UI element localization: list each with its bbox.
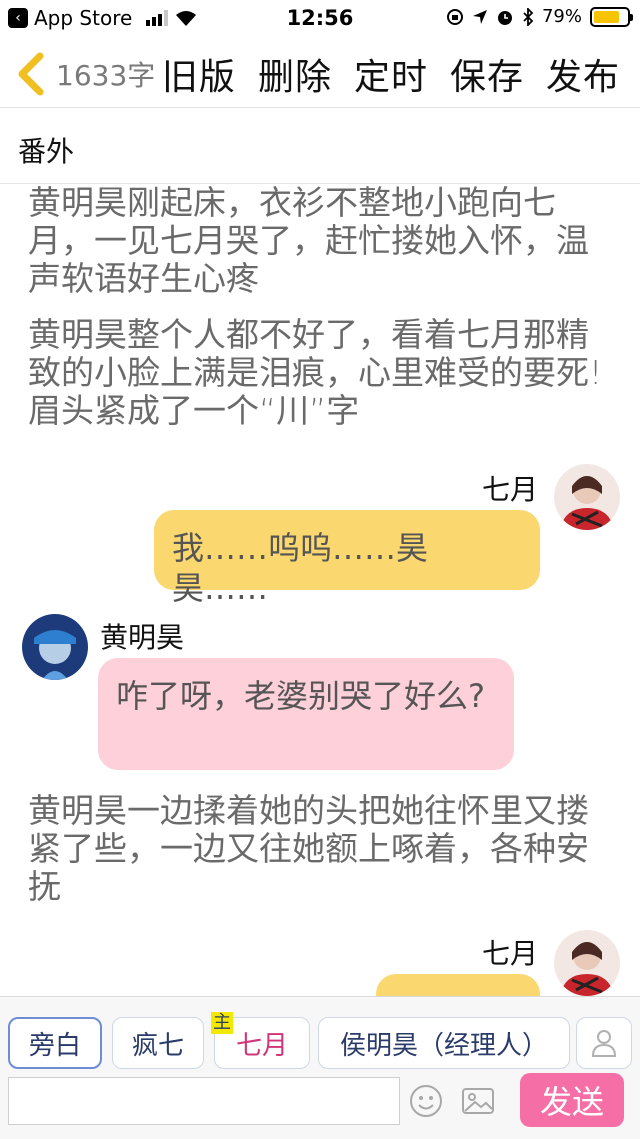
- back-chevron-icon[interactable]: [14, 52, 50, 96]
- location-icon: [472, 9, 487, 24]
- speaker-name: 七月: [481, 937, 538, 970]
- chat-bubble[interactable]: [376, 974, 540, 996]
- chat-bubble[interactable]: 我……呜呜……昊昊……: [154, 510, 540, 607]
- status-bar: ‹ App Store 12:56 79%: [0, 0, 640, 38]
- message-input[interactable]: [8, 1077, 400, 1125]
- nav-bar: 1633字 旧版 删除 定时 保存 发布: [0, 38, 640, 108]
- battery-percent: 79%: [541, 6, 582, 27]
- narration-block[interactable]: 黄明昊刚起床，衣衫不整地小跑向七月，一见七月哭了，赶忙搂她入怀，温声软语好生心疼: [28, 184, 608, 298]
- person-icon: [591, 1030, 617, 1057]
- narration-block[interactable]: 黄明昊一边揉着她的头把她往怀里又搂紧了些，一边又往她额上啄着，各种安抚: [28, 792, 608, 906]
- publish-button[interactable]: 发布: [546, 48, 620, 100]
- role-label: 七月: [235, 1030, 288, 1061]
- role-button[interactable]: 主 七月: [211, 1012, 310, 1069]
- role-label: 侯明昊（经理人）: [339, 1030, 548, 1061]
- speaker-name: 七月: [481, 473, 538, 506]
- role-button[interactable]: 侯明昊（经理人）: [318, 1017, 570, 1069]
- main-character-badge: 主: [211, 1012, 233, 1034]
- story-content[interactable]: 黄明昊刚起床，衣衫不整地小跑向七月，一见七月哭了，赶忙搂她入怀，温声软语好生心疼…: [0, 184, 640, 996]
- old-version-button[interactable]: 旧版: [162, 48, 236, 100]
- send-button[interactable]: 发送: [520, 1073, 624, 1127]
- add-role-button[interactable]: [576, 1017, 632, 1069]
- alarm-icon: [497, 10, 512, 25]
- narration-block[interactable]: 黄明昊整个人都不好了，看着七月那精致的小脸上满是泪痕，心里难受的要死!眉头紧成了…: [28, 316, 608, 430]
- word-count: 1633字: [56, 59, 156, 92]
- role-label: 旁白: [28, 1030, 81, 1061]
- schedule-button[interactable]: 定时: [354, 48, 428, 100]
- orientation-lock-icon: [446, 8, 463, 25]
- role-button[interactable]: 疯七: [112, 1017, 204, 1069]
- avatar[interactable]: [554, 930, 620, 996]
- editor-toolbar: 旁白 疯七 主 七月 侯明昊（经理人） 发送: [0, 996, 640, 1139]
- image-icon[interactable]: [460, 1083, 496, 1119]
- battery-icon: [590, 6, 633, 27]
- role-narrator-button[interactable]: 旁白: [8, 1017, 102, 1069]
- speaker-name: 黄明昊: [100, 621, 185, 654]
- avatar[interactable]: [554, 464, 620, 530]
- delete-button[interactable]: 删除: [258, 48, 332, 100]
- avatar[interactable]: [22, 614, 88, 680]
- emoji-icon[interactable]: [408, 1083, 444, 1119]
- save-button[interactable]: 保存: [450, 48, 524, 100]
- role-label: 疯七: [131, 1030, 184, 1061]
- bluetooth-icon: [523, 7, 534, 26]
- chat-bubble[interactable]: 咋了呀，老婆别哭了好么?: [98, 658, 514, 770]
- chapter-title[interactable]: 番外: [0, 110, 640, 184]
